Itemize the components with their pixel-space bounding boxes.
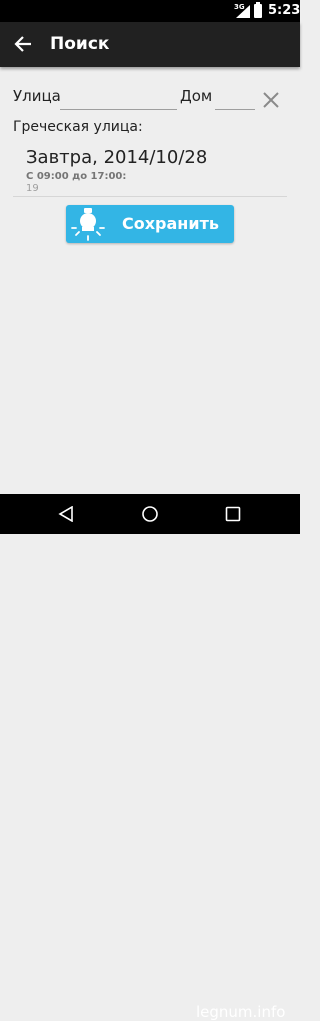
- arrow-left-icon[interactable]: [14, 35, 32, 53]
- street-input[interactable]: [60, 88, 177, 110]
- entry-date: Завтра, 2014/10/28: [26, 147, 208, 168]
- system-nav-bar: legnum.info: [0, 494, 300, 1021]
- street-name-heading: Греческая улица:: [13, 119, 143, 135]
- house-label: Дом: [180, 87, 213, 105]
- status-clock: 5:23: [268, 3, 301, 18]
- signal-icon: [236, 5, 250, 18]
- battery-icon: [254, 2, 262, 18]
- square-recent-icon[interactable]: [225, 506, 241, 522]
- triangle-back-icon[interactable]: [58, 506, 74, 522]
- house-input[interactable]: [215, 88, 255, 110]
- entry-hours: С 09:00 до 17:00:: [26, 171, 127, 182]
- watermark: legnum.info: [196, 1003, 286, 1021]
- page-title: Поиск: [50, 34, 110, 54]
- save-button-label: Сохранить: [122, 214, 219, 233]
- search-form: Улица Дом: [0, 82, 300, 114]
- close-icon[interactable]: [262, 91, 280, 109]
- list-item[interactable]: Завтра, 2014/10/28 С 09:00 до 17:00: 19: [13, 142, 287, 197]
- entry-number: 19: [26, 183, 39, 194]
- street-label: Улица: [13, 87, 61, 105]
- circle-home-icon[interactable]: [141, 505, 159, 523]
- save-button[interactable]: Сохранить: [66, 205, 234, 243]
- status-bar: 3G 5:23: [0, 0, 300, 22]
- lightbulb-icon: [71, 208, 105, 241]
- app-bar: Поиск: [0, 22, 300, 67]
